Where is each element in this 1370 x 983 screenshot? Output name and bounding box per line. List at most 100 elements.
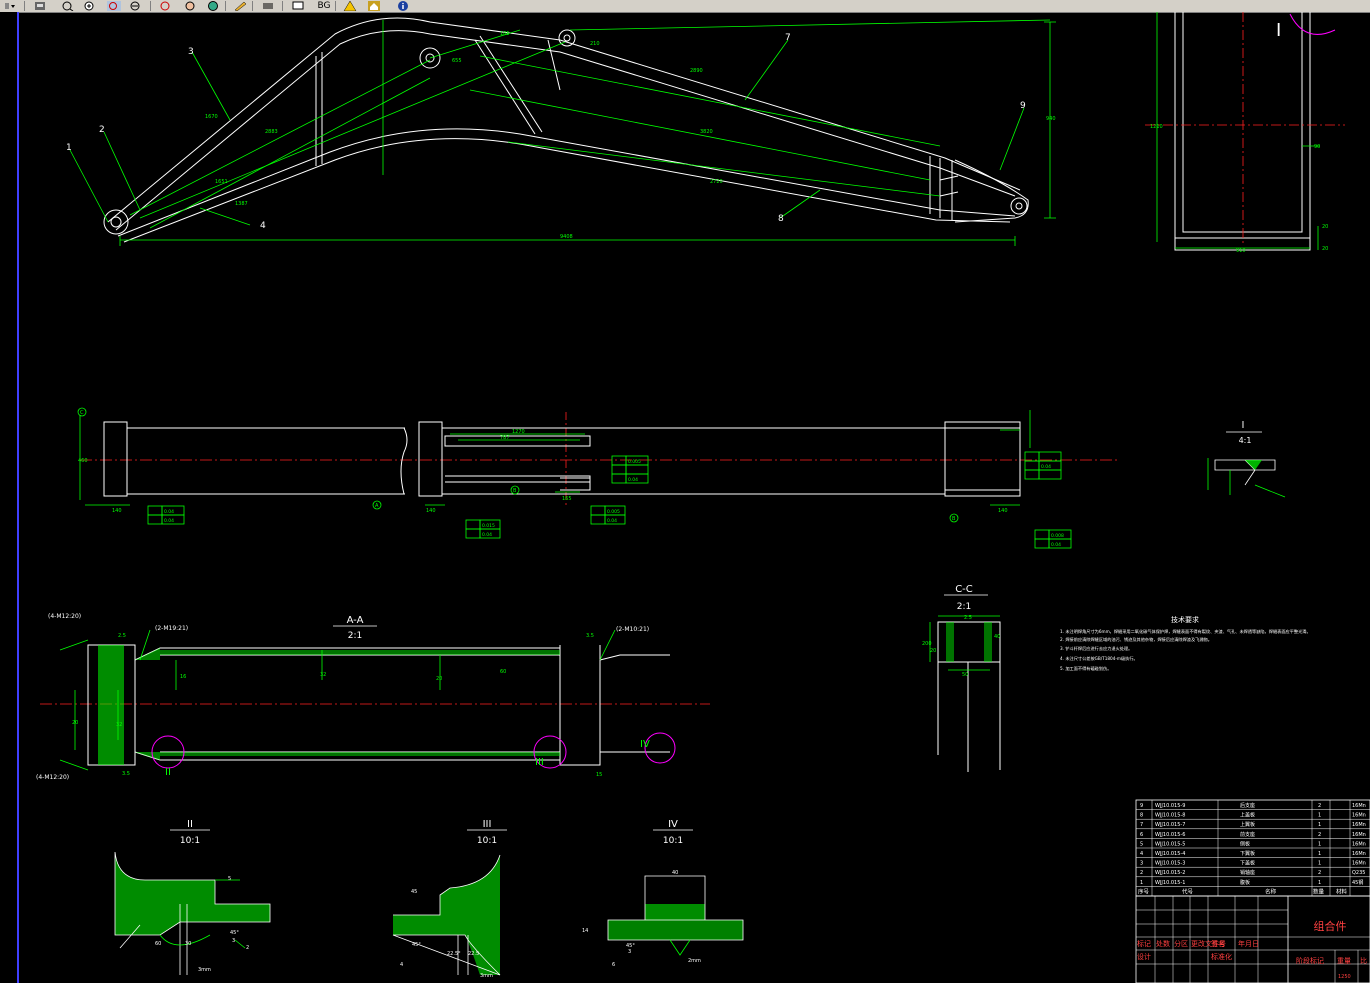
detail-II-title: II [187, 819, 193, 830]
dim-text: 20 [436, 676, 442, 682]
zoom-window-icon[interactable] [106, 0, 122, 12]
title-block-label: 重量 [1337, 957, 1351, 965]
tech-note-line: 4. 未注尺寸公差按GB/T1804-m级执行。 [1060, 655, 1138, 662]
bom-cell: Q235 [1352, 870, 1365, 876]
bom-header-cell: 序号 [1138, 887, 1150, 895]
section-CC-title: C-C [955, 584, 973, 595]
tol-text: 0.005 [628, 459, 641, 465]
dim-text: 45 [411, 889, 417, 895]
dim-text: 3.5 [586, 633, 594, 639]
dim-text: 5 [228, 876, 231, 882]
dim-text: 3mm [198, 967, 211, 973]
dim-text: 50 [962, 672, 968, 678]
dim-text: 45° [412, 942, 421, 948]
dim-text: 3820 [700, 129, 713, 135]
zoom-previous-icon[interactable] [128, 0, 144, 12]
dim-text: 3 [232, 938, 235, 944]
dim-text: 90 [1314, 144, 1320, 150]
tech-note-line: 5. 加工面不得有磕碰划伤。 [1060, 665, 1111, 672]
zoom-in-icon[interactable] [82, 0, 98, 12]
bom-cell: 1 [1318, 813, 1321, 819]
dim-text: 460 [78, 458, 88, 464]
bom-cell: 3 [1140, 861, 1143, 867]
layers-icon[interactable] [260, 0, 276, 12]
title-block-label: 标记 [1137, 939, 1151, 948]
dim-text: 15 [596, 772, 602, 778]
bolt-note: (2-M19:21) [155, 625, 188, 632]
title-block-label: 阶段标记 [1296, 956, 1324, 965]
dim-text: 1270 [512, 429, 525, 435]
home-icon[interactable] [366, 0, 382, 12]
pencil-icon[interactable] [232, 0, 248, 12]
bom-cell: WJJ10.015-4 [1155, 851, 1185, 857]
tol-text: 0.008 [1051, 533, 1064, 539]
tech-note-line: 1. 未注明焊角尺寸为6mm，焊缝采用二氧化碳气体保护焊，焊缝表面不得有裂纹、夹… [1060, 628, 1311, 635]
bom-cell: 下翼板 [1240, 850, 1255, 857]
left-edge-panel [0, 12, 19, 983]
bg-button-label[interactable]: BG [314, 0, 334, 12]
bom-cell: 腹板 [1240, 879, 1250, 886]
pan-icon[interactable] [182, 0, 198, 12]
bom-cell: 2 [1318, 832, 1321, 838]
dim-text: 200 [922, 641, 932, 647]
detail-II-scale: 10:1 [180, 836, 200, 846]
dim-text: 22.5 [468, 951, 479, 957]
detail-marker: IV [640, 739, 650, 750]
title-block-label: 年月日 [1238, 939, 1259, 948]
bom-header-cell: 代号 [1182, 887, 1194, 895]
toolbar-separator [252, 1, 253, 11]
detail-III: III 10:1 45 45° 22.5° 22.5 3mm 4 [392, 819, 507, 979]
dim-text: 3mm [480, 973, 493, 979]
dim-text: 165 [562, 496, 572, 502]
detail-III-title: III [483, 819, 492, 830]
dim-text: 16 [180, 674, 186, 680]
print-icon[interactable] [32, 0, 48, 12]
dim-text: 1387 [235, 201, 248, 207]
title-block-label: 标准化 [1211, 952, 1232, 961]
detail-IV-title: IV [668, 819, 678, 830]
bom-cell: WJJ10.015-5 [1155, 841, 1185, 847]
warning-icon[interactable] [342, 0, 358, 12]
dim-text: 787 [500, 435, 510, 441]
bom-cell: 后支座 [1240, 802, 1255, 809]
bom-cell: 销轴座 [1240, 869, 1255, 876]
bom-cell: 1 [1140, 880, 1143, 886]
menu-dropdown-icon[interactable] [2, 0, 18, 12]
detail-II: II 10:1 5 45° 3 2 3mm 60 30 [114, 819, 271, 975]
tech-note-line: 2. 焊接前应清除焊缝区域的油污、锈迹及其他杂物，焊接后应清除焊渣及飞溅物。 [1060, 636, 1212, 643]
bill-of-materials: 9 WJJ10.015-9 后支座 2 16Mn 8 WJJ10.015-8 上盖板 1 16Mn… [1135, 799, 1370, 897]
dim-text: 22.5° [447, 951, 461, 957]
callout: 7 [785, 33, 791, 43]
dim-text: 20 [1322, 224, 1328, 230]
bom-cell: 16Mn [1352, 803, 1366, 809]
bom-header-cell: 数量 [1313, 887, 1325, 895]
bom-cell: 1 [1318, 861, 1321, 867]
section-AA: A-A 2:1 (4-M12:20) (2-M19:21) (2-M10:21)… [36, 613, 710, 781]
globe-icon[interactable] [205, 0, 221, 12]
dim-text: 3.5 [122, 771, 130, 777]
dim-text: 3 [628, 949, 631, 955]
bom-cell: 1 [1318, 822, 1321, 828]
monitor-icon[interactable] [290, 0, 306, 12]
dim-text: 6 [612, 962, 615, 968]
cad-drawing-canvas[interactable]: 1 2 3 4 7 8 9 9408 2890 3820 2883 2720 1… [19, 12, 1370, 983]
detail-I: I 4:1 [1207, 420, 1286, 498]
dim-text: 32 [320, 672, 326, 678]
dim-text: 2.5 [964, 615, 972, 621]
zoom-realtime-icon[interactable] [60, 0, 76, 12]
tol-text: 0.005 [607, 509, 620, 515]
dim-text: 60 [500, 669, 506, 675]
bom-cell: 上盖板 [1240, 812, 1255, 819]
bom-cell: WJJ10.015-6 [1155, 832, 1185, 838]
bom-cell: 16Mn [1352, 832, 1366, 838]
zoom-extents-icon[interactable] [158, 0, 174, 12]
info-icon[interactable] [395, 0, 411, 12]
bom-cell: 16Mn [1352, 813, 1366, 819]
bom-cell: 7 [1140, 822, 1143, 828]
title-block: 组合件 标记 处数 分区 更改文件号 签名 年月日 设计 标准化 阶段标记 重量… [1135, 895, 1370, 983]
title-block-label: 处数 [1156, 939, 1170, 948]
toolbar-separator [150, 1, 151, 11]
title-block-label: 分区 [1174, 939, 1188, 948]
toolbar-separator [24, 1, 25, 11]
arm-elevation-view [103, 17, 1029, 243]
